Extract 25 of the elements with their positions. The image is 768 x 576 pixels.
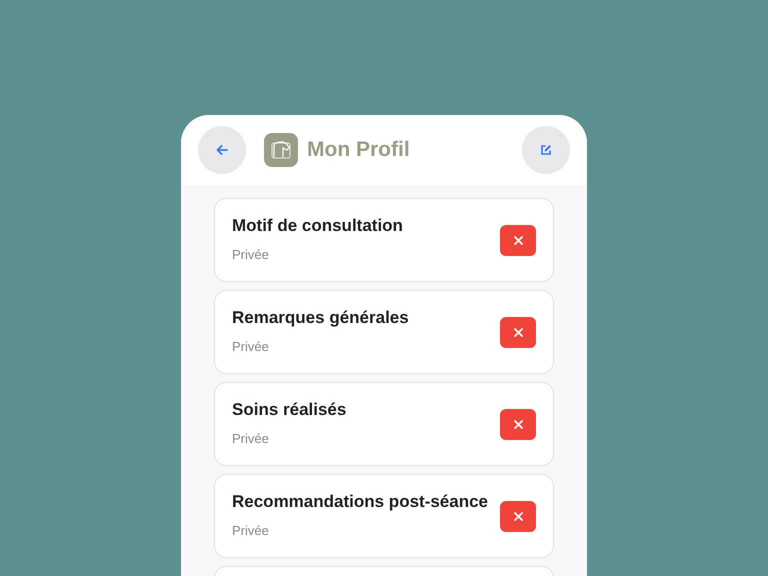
entry-card[interactable]: Remarques générales Privée xyxy=(214,290,554,374)
delete-button[interactable] xyxy=(500,316,536,348)
entry-title: Remarques générales xyxy=(232,308,410,328)
edit-button[interactable] xyxy=(522,126,570,174)
delete-button[interactable] xyxy=(500,224,536,256)
logo-icon xyxy=(264,133,298,167)
close-icon xyxy=(514,328,522,336)
entry-card[interactable]: Motif de consultation Privée xyxy=(214,198,554,282)
entry-card[interactable]: Soins réalisés Privée xyxy=(214,382,554,466)
delete-button[interactable] xyxy=(500,408,536,440)
edit-icon xyxy=(540,144,552,156)
entry-title: Motif de consultation xyxy=(232,216,404,236)
entry-title: Soins réalisés xyxy=(232,400,348,420)
entry-visibility: Privée xyxy=(232,338,270,356)
close-icon xyxy=(514,512,522,520)
entry-visibility: Privée xyxy=(232,246,270,264)
arrow-left-icon xyxy=(216,145,228,155)
close-icon xyxy=(514,236,522,244)
entry-card[interactable]: Recommandations post-séance Privée xyxy=(214,474,554,558)
entry-visibility: Privée xyxy=(232,522,270,540)
close-icon xyxy=(514,420,522,428)
page-title: Mon Profil xyxy=(307,137,410,164)
entry-title: Recommandations post-séance xyxy=(232,492,490,512)
entry-visibility: Privée xyxy=(232,430,270,448)
delete-button[interactable] xyxy=(500,500,536,532)
